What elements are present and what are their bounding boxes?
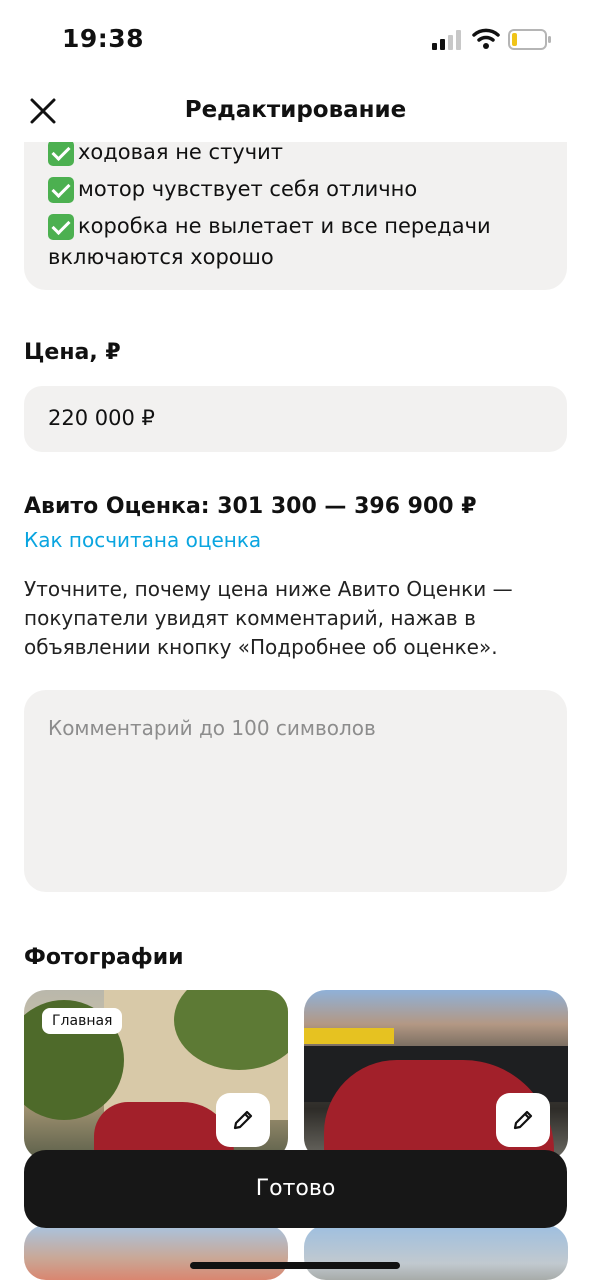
wifi-icon	[472, 28, 500, 49]
photo-sign	[304, 1028, 394, 1044]
comment-input[interactable]	[48, 716, 548, 866]
battery-icon	[508, 29, 551, 50]
price-label: Цена, ₽	[24, 340, 121, 365]
main-photo-badge: Главная	[42, 1008, 123, 1034]
estimate-info-link[interactable]: Как посчитана оценка	[24, 528, 261, 552]
edit-photo-button[interactable]	[216, 1093, 270, 1147]
status-time: 19:38	[62, 24, 145, 53]
status-bar: 19:38	[0, 0, 591, 80]
nav-bar: Редактирование	[0, 80, 591, 142]
cellular-signal-icon	[432, 30, 461, 50]
photos-label: Фотографии	[24, 945, 184, 970]
check-mark-icon	[48, 139, 74, 166]
description-field[interactable]: ходовая не стучит мотор чувствует себя о…	[24, 120, 567, 290]
check-mark-icon	[48, 176, 74, 203]
edit-photo-button[interactable]	[496, 1093, 550, 1147]
pencil-icon	[233, 1110, 253, 1130]
home-indicator	[190, 1262, 400, 1269]
comment-field[interactable]	[24, 690, 567, 892]
photo-thumbnail[interactable]	[24, 1225, 288, 1280]
estimate-title: Авито Оценка: 301 300 — 396 900 ₽	[24, 494, 477, 519]
page-title: Редактирование	[184, 97, 407, 123]
price-value: 220 000 ₽	[48, 406, 155, 430]
photo-thumbnail[interactable]: Главная	[24, 990, 288, 1160]
pencil-icon	[513, 1110, 533, 1130]
photo-thumbnail[interactable]	[304, 1225, 568, 1280]
estimate-hint: Уточните, почему цена ниже Авито Оценки …	[24, 577, 513, 659]
price-input[interactable]: 220 000 ₽	[24, 386, 567, 452]
description-line: мотор чувствует себя отлично	[48, 171, 558, 208]
done-button[interactable]: Готово	[24, 1150, 567, 1228]
check-mark-icon	[48, 213, 74, 240]
photo-thumbnail[interactable]	[304, 990, 568, 1160]
description-text: ходовая не стучит мотор чувствует себя о…	[48, 134, 558, 276]
